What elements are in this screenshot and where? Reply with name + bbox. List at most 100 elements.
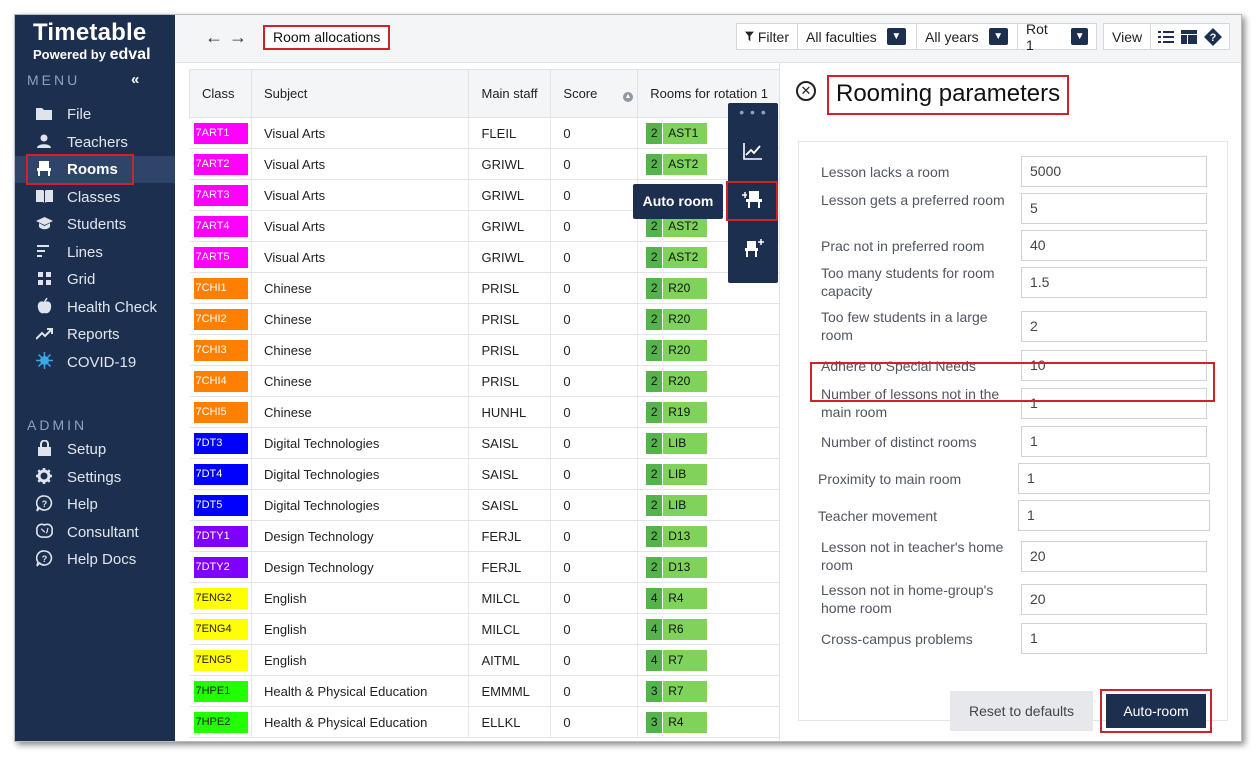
class-chip[interactable]: 7ART5 [193, 246, 248, 268]
room-chip[interactable]: 2 LIB [646, 463, 708, 485]
col-score[interactable]: Score ▲ [550, 69, 639, 118]
close-icon[interactable]: ✕ [796, 81, 816, 101]
col-class[interactable]: Class [189, 69, 252, 118]
table-row[interactable]: 7CHI3 Chinese PRISL 0 2 R20 [189, 334, 780, 366]
col-main-staff[interactable]: Main staff [468, 69, 552, 118]
table-row[interactable]: 7ENG5 English AITML 0 4 R7 [189, 644, 780, 676]
param-input[interactable]: 5000 [1021, 156, 1207, 187]
list-view-icon[interactable] [1158, 30, 1175, 44]
room-chip[interactable]: 2 R20 [646, 277, 708, 299]
class-chip[interactable]: 7DT4 [193, 463, 248, 485]
sidebar-item-covid-19[interactable]: COVID-19 [15, 349, 175, 376]
drag-handle-icon[interactable]: • • • [728, 103, 778, 121]
param-input[interactable]: 5 [1021, 193, 1207, 224]
class-chip[interactable]: 7ART2 [193, 153, 248, 175]
col-subject[interactable]: Subject [250, 69, 470, 118]
param-input[interactable]: 1 [1018, 500, 1210, 531]
param-input[interactable]: 1 [1021, 426, 1207, 457]
sidebar-item-health-check[interactable]: Health Check [15, 294, 175, 321]
class-chip[interactable]: 7DTY1 [193, 525, 248, 547]
room-chip[interactable]: 2 R19 [646, 401, 708, 423]
sidebar-item-students[interactable]: Students [15, 211, 175, 238]
class-chip[interactable]: 7DTY2 [193, 556, 248, 578]
class-chip[interactable]: 7CHI2 [193, 308, 248, 330]
sidebar-item-classes[interactable]: Classes [15, 184, 175, 211]
class-chip[interactable]: 7DT5 [193, 494, 248, 516]
room-chip[interactable]: 2AST2 [646, 153, 708, 175]
room-chip[interactable]: 2 LIB [646, 432, 708, 454]
reset-defaults-button[interactable]: Reset to defaults [950, 691, 1093, 731]
class-chip[interactable]: 7ENG4 [193, 618, 248, 640]
room-chip[interactable]: 2 R20 [646, 308, 708, 330]
param-input[interactable]: 2 [1021, 310, 1207, 342]
layout-view-icon[interactable] [1180, 29, 1197, 44]
class-chip[interactable]: 7ART3 [193, 184, 248, 206]
table-row[interactable]: 7HPE2 Health & Physical Education ELLKL 0 3 R… [189, 706, 780, 738]
class-chip[interactable]: 7HPE2 [193, 711, 248, 733]
room-chip[interactable]: 4 R6 [646, 618, 708, 640]
param-input[interactable]: 40 [1021, 230, 1207, 261]
table-row[interactable]: 7CHI1 Chinese PRISL 0 2 R20 [189, 272, 780, 304]
room-chip[interactable]: 4 R4 [646, 587, 708, 609]
table-row[interactable]: 7DTY1 Design Technology FERJL 0 2 D13 [189, 520, 780, 552]
sidebar-item-file[interactable]: File [15, 101, 175, 128]
collapse-sidebar-button[interactable]: « [131, 71, 139, 88]
class-chip[interactable]: 7CHI4 [193, 370, 248, 392]
table-row[interactable]: 7ENG4 English MILCL 0 4 R6 [189, 613, 780, 645]
room-chip[interactable]: 3 R4 [646, 711, 708, 733]
faculty-select[interactable]: All faculties ▼ [797, 23, 917, 50]
chart-icon[interactable] [728, 131, 778, 171]
sidebar-item-help[interactable]: ? Help [15, 491, 175, 518]
room-chip[interactable]: 3 R7 [646, 680, 708, 702]
room-chip[interactable]: 2 AST1 [646, 122, 708, 144]
class-chip[interactable]: 7CHI1 [193, 277, 248, 299]
class-chip[interactable]: 7ART1 [193, 122, 248, 144]
forward-arrow-icon[interactable]: → [229, 27, 247, 48]
table-row[interactable]: 7CHI2 Chinese PRISL 0 2 R20 [189, 303, 780, 335]
sidebar-item-teachers[interactable]: Teachers [15, 129, 175, 156]
filter-button[interactable]: Filter [736, 23, 798, 50]
sidebar-item-setup[interactable]: Setup [15, 436, 175, 463]
sidebar-item-grid[interactable]: Grid [15, 266, 175, 293]
back-arrow-icon[interactable]: ← [205, 27, 223, 48]
table-row[interactable]: 7ENG2 English MILCL 0 4 R4 [189, 582, 780, 614]
room-chip[interactable]: 2 D13 [646, 525, 708, 547]
room-chip[interactable]: 2AST2 [646, 246, 708, 268]
param-input[interactable]: 1 [1018, 463, 1210, 494]
param-input[interactable]: 20 [1021, 583, 1207, 615]
sidebar-item-help-docs[interactable]: ? Help Docs [15, 546, 175, 573]
class-chip[interactable]: 7ENG5 [193, 649, 248, 671]
table-row[interactable]: 7DT3 Digital Technologies SAISL 0 2 LIB [189, 427, 780, 459]
class-chip[interactable]: 7CHI5 [193, 401, 248, 423]
table-row[interactable]: 7ART5 Visual Arts GRIWL 0 2 AST2 [189, 241, 780, 273]
sidebar-item-consultant[interactable]: Consultant [15, 519, 175, 546]
class-chip[interactable]: 7DT3 [193, 432, 248, 454]
param-input[interactable]: 1.5 [1021, 266, 1207, 298]
table-row[interactable]: 7DT5 Digital Technologies SAISL 0 2 LIB [189, 489, 780, 521]
sidebar-item-lines[interactable]: Lines [15, 239, 175, 266]
room-chip[interactable]: 2 D13 [646, 556, 708, 578]
room-chip[interactable]: 2 R20 [646, 370, 708, 392]
room-chip[interactable]: 2 LIB [646, 494, 708, 516]
help-diamond-icon[interactable]: ? [1203, 27, 1222, 46]
table-row[interactable]: 7ART1 Visual Arts FLEIL 0 2 AST1 [189, 117, 780, 149]
table-row[interactable]: 7DT4 Digital Technologies SAISL 0 2 LIB [189, 458, 780, 490]
room-chip[interactable]: 4 R7 [646, 649, 708, 671]
class-chip[interactable]: 7HPE1 [193, 680, 248, 702]
table-row[interactable]: 7CHI5 Chinese HUNHL 0 2 R19 [189, 396, 780, 428]
table-row[interactable]: 7DTY2 Design Technology FERJL 0 2 D13 [189, 551, 780, 583]
auto-room-button[interactable]: Auto-room [1106, 694, 1206, 728]
rotation-select[interactable]: Rot 1 ▼ [1017, 21, 1097, 53]
class-chip[interactable]: 7CHI3 [193, 339, 248, 361]
param-input[interactable]: 20 [1021, 540, 1207, 572]
add-room-icon[interactable] [728, 228, 778, 268]
param-input[interactable]: 1 [1021, 623, 1207, 654]
year-select[interactable]: All years ▼ [916, 23, 1018, 50]
table-row[interactable]: 7CHI4 Chinese PRISL 0 2 R20 [189, 365, 780, 397]
sidebar-item-reports[interactable]: Reports [15, 321, 175, 348]
table-row[interactable]: 7ART2 Visual Arts GRIWL 0 2 AST2 [189, 148, 780, 180]
class-chip[interactable]: 7ENG2 [193, 587, 248, 609]
class-chip[interactable]: 7ART4 [193, 215, 248, 237]
table-row[interactable]: 7HPE1 Health & Physical Education EMMML 0 3 R… [189, 675, 780, 707]
room-chip[interactable]: 2 R20 [646, 339, 708, 361]
